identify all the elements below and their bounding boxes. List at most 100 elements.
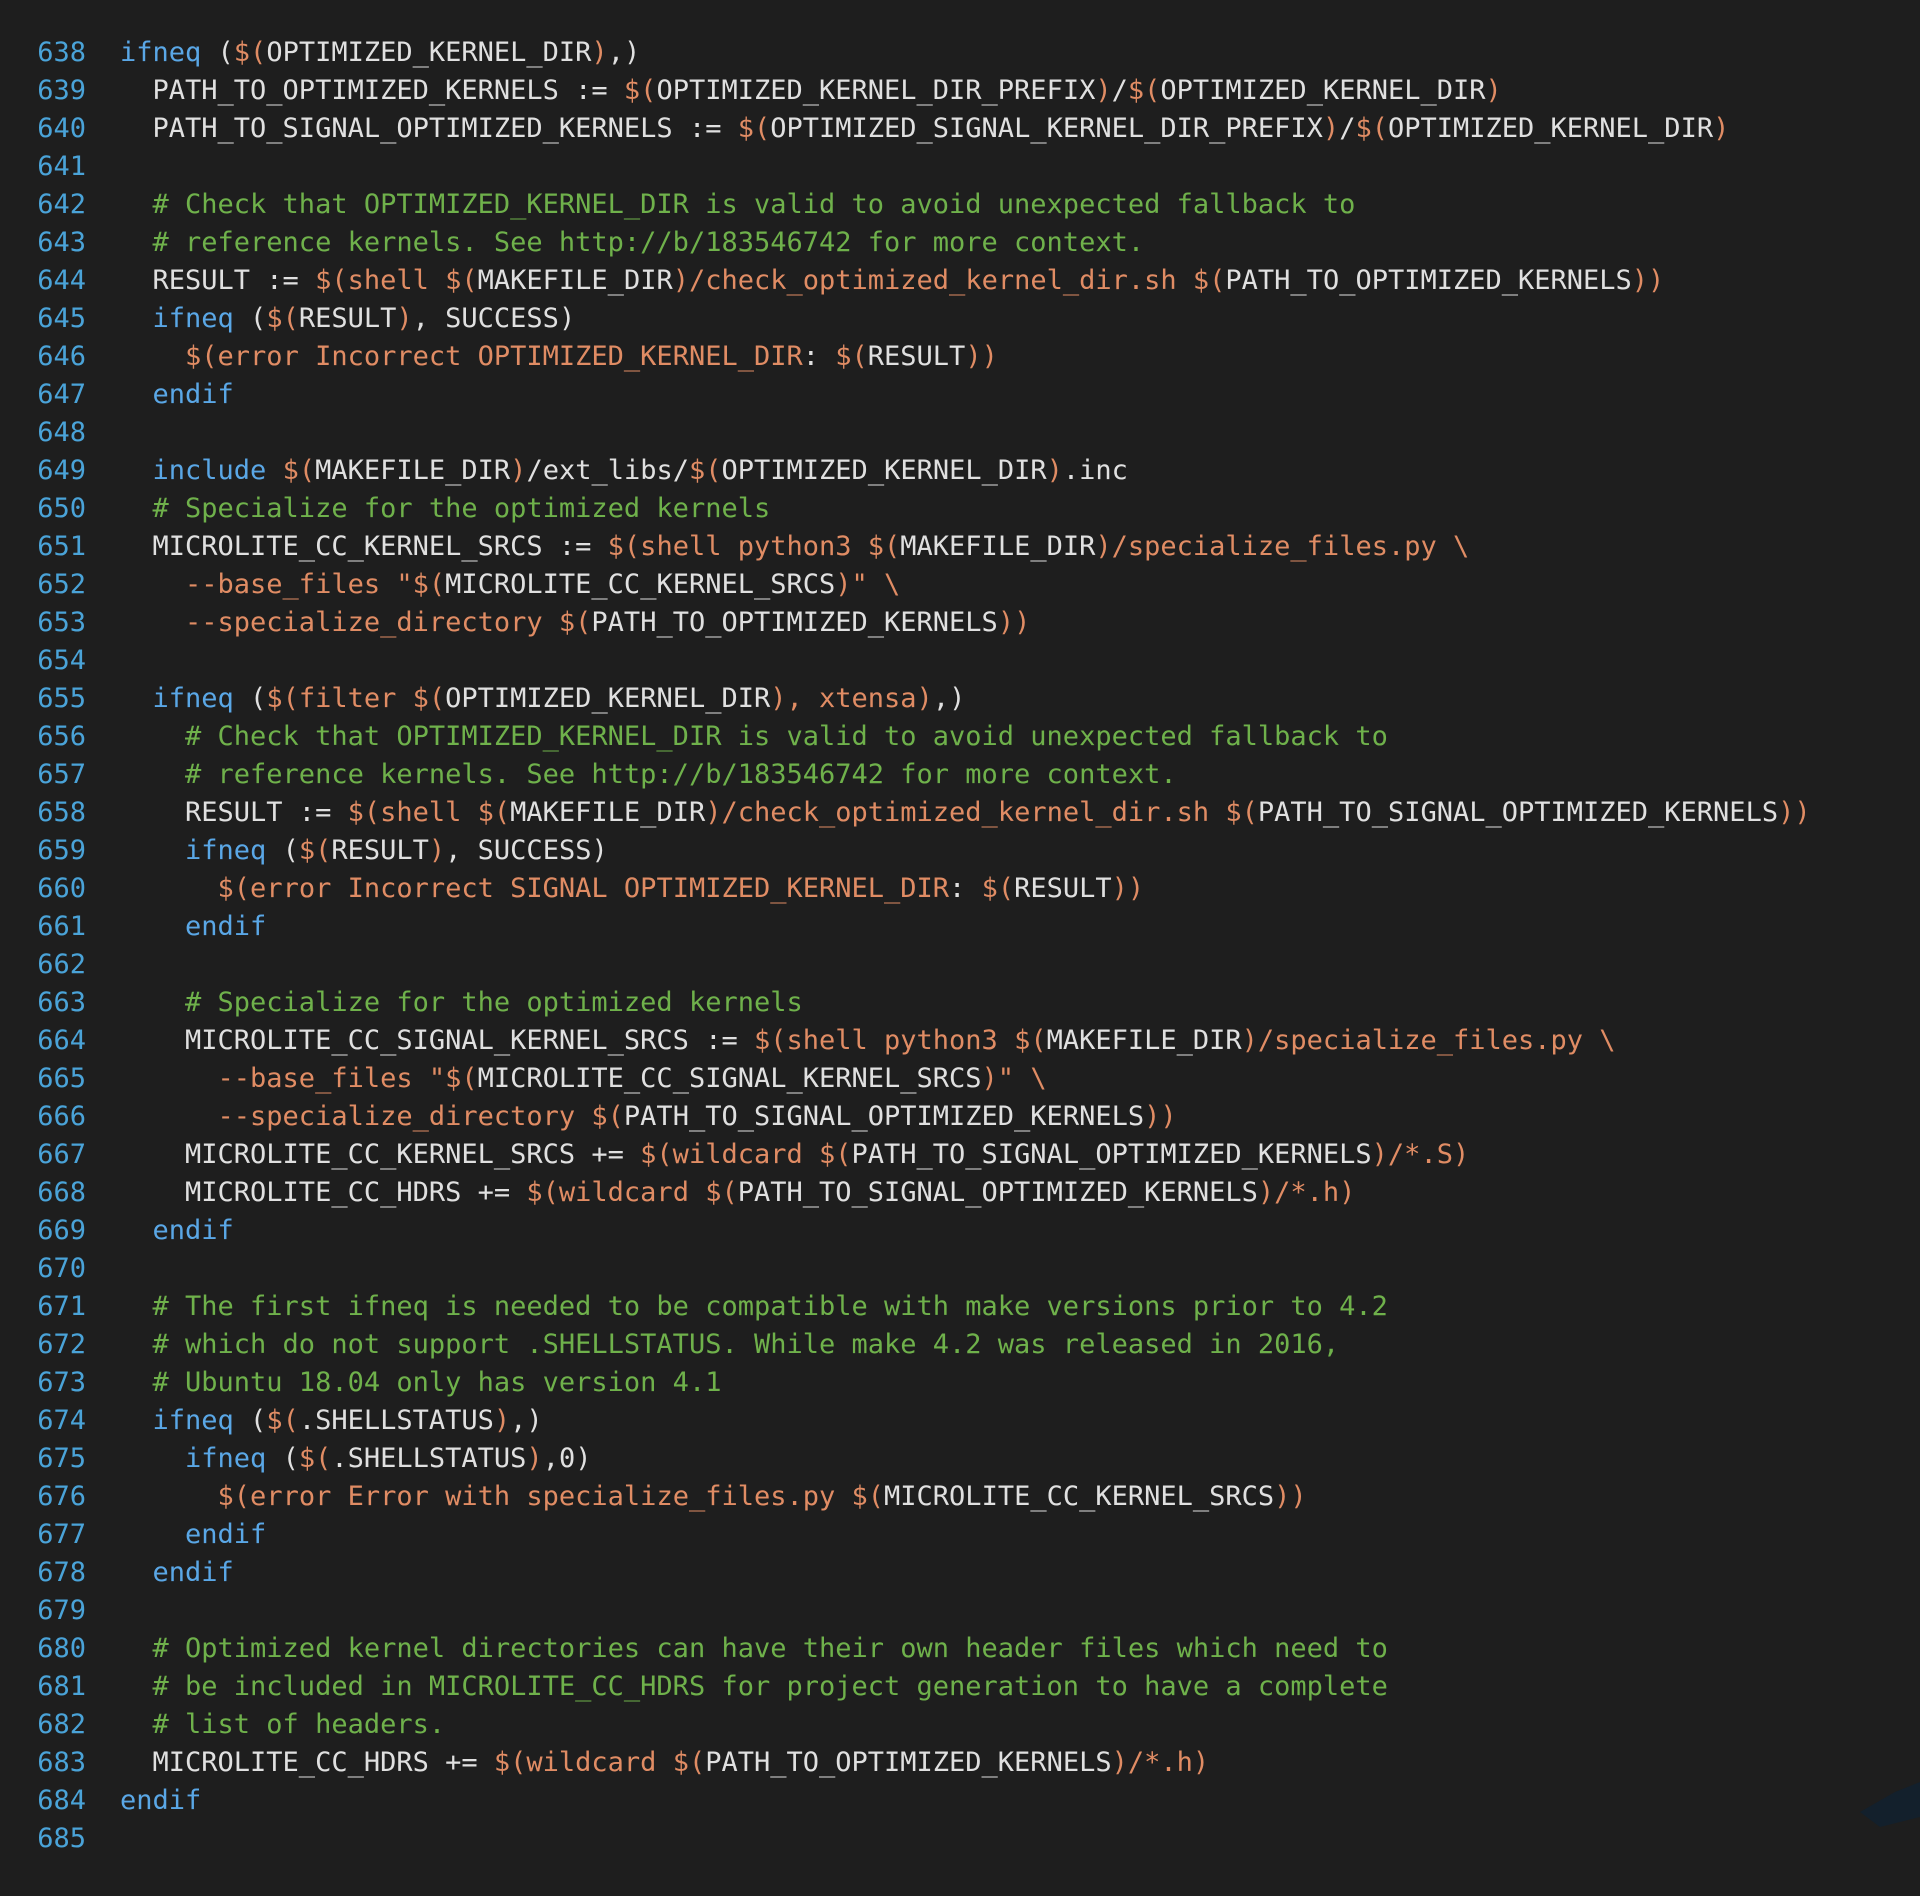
code-token: $( bbox=[298, 1443, 332, 1474]
code-line[interactable]: 648 bbox=[0, 414, 1920, 452]
line-content[interactable]: ifneq ($(filter $(OPTIMIZED_KERNEL_DIR),… bbox=[86, 680, 966, 718]
line-content[interactable]: # Check that OPTIMIZED_KERNEL_DIR is val… bbox=[86, 186, 1356, 224]
code-line[interactable]: 680 # Optimized kernel directories can h… bbox=[0, 1630, 1920, 1668]
line-content[interactable] bbox=[86, 148, 120, 186]
code-line[interactable]: 684 endif bbox=[0, 1782, 1920, 1820]
line-content[interactable] bbox=[86, 1250, 120, 1288]
code-line[interactable]: 643 # reference kernels. See http://b/18… bbox=[0, 224, 1920, 262]
code-line[interactable]: 668 MICROLITE_CC_HDRS += $(wildcard $(PA… bbox=[0, 1174, 1920, 1212]
code-line[interactable]: 662 bbox=[0, 946, 1920, 984]
line-content[interactable] bbox=[86, 1820, 120, 1858]
line-content[interactable]: endif bbox=[86, 908, 266, 946]
line-content[interactable]: endif bbox=[86, 1554, 234, 1592]
code-line[interactable]: 645 ifneq ($(RESULT), SUCCESS) bbox=[0, 300, 1920, 338]
line-content[interactable]: ifneq ($(RESULT), SUCCESS) bbox=[86, 832, 608, 870]
line-content[interactable]: # which do not support .SHELLSTATUS. Whi… bbox=[86, 1326, 1340, 1364]
line-content[interactable]: $(error Incorrect OPTIMIZED_KERNEL_DIR: … bbox=[86, 338, 998, 376]
code-line[interactable]: 674 ifneq ($(.SHELLSTATUS),) bbox=[0, 1402, 1920, 1440]
code-line[interactable]: 664 MICROLITE_CC_SIGNAL_KERNEL_SRCS := $… bbox=[0, 1022, 1920, 1060]
code-line[interactable]: 658 RESULT := $(shell $(MAKEFILE_DIR)/ch… bbox=[0, 794, 1920, 832]
code-lines[interactable]: 638 ifneq ($(OPTIMIZED_KERNEL_DIR),) 639 P… bbox=[0, 34, 1920, 1858]
line-content[interactable]: endif bbox=[86, 1212, 234, 1250]
line-content[interactable]: # list of headers. bbox=[86, 1706, 446, 1744]
line-content[interactable]: # Check that OPTIMIZED_KERNEL_DIR is val… bbox=[86, 718, 1388, 756]
code-line[interactable]: 649 include $(MAKEFILE_DIR)/ext_libs/$(O… bbox=[0, 452, 1920, 490]
code-editor[interactable]: 638 ifneq ($(OPTIMIZED_KERNEL_DIR),) 639 P… bbox=[0, 0, 1920, 1896]
line-content[interactable] bbox=[86, 642, 120, 680]
code-line[interactable]: 641 bbox=[0, 148, 1920, 186]
code-line[interactable]: 638 ifneq ($(OPTIMIZED_KERNEL_DIR),) bbox=[0, 34, 1920, 72]
code-line[interactable]: 670 bbox=[0, 1250, 1920, 1288]
code-line[interactable]: 663 # Specialize for the optimized kerne… bbox=[0, 984, 1920, 1022]
code-line[interactable]: 681 # be included in MICROLITE_CC_HDRS f… bbox=[0, 1668, 1920, 1706]
code-line[interactable]: 666 --specialize_directory $(PATH_TO_SIG… bbox=[0, 1098, 1920, 1136]
line-content[interactable] bbox=[86, 414, 120, 452]
code-line[interactable]: 639 PATH_TO_OPTIMIZED_KERNELS := $(OPTIM… bbox=[0, 72, 1920, 110]
code-line[interactable]: 669 endif bbox=[0, 1212, 1920, 1250]
code-line[interactable]: 647 endif bbox=[0, 376, 1920, 414]
line-content[interactable]: MICROLITE_CC_KERNEL_SRCS := $(shell pyth… bbox=[86, 528, 1470, 566]
code-line[interactable]: 671 # The first ifneq is needed to be co… bbox=[0, 1288, 1920, 1326]
line-content[interactable]: # Optimized kernel directories can have … bbox=[86, 1630, 1388, 1668]
code-line[interactable]: 678 endif bbox=[0, 1554, 1920, 1592]
line-content[interactable]: --base_files "$(MICROLITE_CC_KERNEL_SRCS… bbox=[86, 566, 900, 604]
code-line[interactable]: 657 # reference kernels. See http://b/18… bbox=[0, 756, 1920, 794]
code-line[interactable]: 683 MICROLITE_CC_HDRS += $(wildcard $(PA… bbox=[0, 1744, 1920, 1782]
line-content[interactable]: MICROLITE_CC_KERNEL_SRCS += $(wildcard $… bbox=[86, 1136, 1469, 1174]
line-content[interactable]: ifneq ($(RESULT), SUCCESS) bbox=[86, 300, 576, 338]
line-content[interactable]: # reference kernels. See http://b/183546… bbox=[86, 756, 1177, 794]
code-line[interactable]: 672 # which do not support .SHELLSTATUS.… bbox=[0, 1326, 1920, 1364]
code-line[interactable]: 656 # Check that OPTIMIZED_KERNEL_DIR is… bbox=[0, 718, 1920, 756]
code-line[interactable]: 675 ifneq ($(.SHELLSTATUS),0) bbox=[0, 1440, 1920, 1478]
code-line[interactable]: 659 ifneq ($(RESULT), SUCCESS) bbox=[0, 832, 1920, 870]
line-content[interactable]: RESULT := $(shell $(MAKEFILE_DIR)/check_… bbox=[86, 262, 1665, 300]
line-content[interactable]: ifneq ($(.SHELLSTATUS),0) bbox=[86, 1440, 591, 1478]
code-line[interactable]: 650 # Specialize for the optimized kerne… bbox=[0, 490, 1920, 528]
line-content[interactable]: ifneq ($(OPTIMIZED_KERNEL_DIR),) bbox=[86, 34, 640, 72]
code-line[interactable]: 652 --base_files "$(MICROLITE_CC_KERNEL_… bbox=[0, 566, 1920, 604]
line-content[interactable]: # The first ifneq is needed to be compat… bbox=[86, 1288, 1388, 1326]
line-content[interactable]: endif bbox=[86, 1516, 266, 1554]
code-line[interactable]: 661 endif bbox=[0, 908, 1920, 946]
code-line[interactable]: 660 $(error Incorrect SIGNAL OPTIMIZED_K… bbox=[0, 870, 1920, 908]
line-content[interactable]: MICROLITE_CC_HDRS += $(wildcard $(PATH_T… bbox=[86, 1174, 1355, 1212]
line-content[interactable]: PATH_TO_SIGNAL_OPTIMIZED_KERNELS := $(OP… bbox=[86, 110, 1730, 148]
code-line[interactable]: 654 bbox=[0, 642, 1920, 680]
line-content[interactable]: $(error Error with specialize_files.py $… bbox=[86, 1478, 1307, 1516]
line-content[interactable]: ifneq ($(.SHELLSTATUS),) bbox=[86, 1402, 543, 1440]
code-line[interactable]: 642 # Check that OPTIMIZED_KERNEL_DIR is… bbox=[0, 186, 1920, 224]
line-content[interactable]: # Ubuntu 18.04 only has version 4.1 bbox=[86, 1364, 722, 1402]
line-content[interactable]: # reference kernels. See http://b/183546… bbox=[86, 224, 1145, 262]
line-content[interactable]: --specialize_directory $(PATH_TO_OPTIMIZ… bbox=[86, 604, 1030, 642]
line-content[interactable]: # Specialize for the optimized kernels bbox=[86, 490, 771, 528]
code-line[interactable]: 651 MICROLITE_CC_KERNEL_SRCS := $(shell … bbox=[0, 528, 1920, 566]
line-content[interactable]: MICROLITE_CC_HDRS += $(wildcard $(PATH_T… bbox=[86, 1744, 1210, 1782]
code-line[interactable]: 673 # Ubuntu 18.04 only has version 4.1 bbox=[0, 1364, 1920, 1402]
line-content[interactable]: PATH_TO_OPTIMIZED_KERNELS := $(OPTIMIZED… bbox=[86, 72, 1502, 110]
line-content[interactable]: endif bbox=[86, 1782, 201, 1820]
line-content[interactable] bbox=[86, 946, 120, 984]
line-content[interactable]: # be included in MICROLITE_CC_HDRS for p… bbox=[86, 1668, 1388, 1706]
line-content[interactable]: MICROLITE_CC_SIGNAL_KERNEL_SRCS := $(she… bbox=[86, 1022, 1616, 1060]
code-line[interactable]: 644 RESULT := $(shell $(MAKEFILE_DIR)/ch… bbox=[0, 262, 1920, 300]
line-content[interactable]: --specialize_directory $(PATH_TO_SIGNAL_… bbox=[86, 1098, 1177, 1136]
code-token: $( bbox=[591, 1101, 624, 1132]
line-content[interactable] bbox=[86, 1592, 120, 1630]
code-line[interactable]: 653 --specialize_directory $(PATH_TO_OPT… bbox=[0, 604, 1920, 642]
code-line[interactable]: 682 # list of headers. bbox=[0, 1706, 1920, 1744]
code-line[interactable]: 665 --base_files "$(MICROLITE_CC_SIGNAL_… bbox=[0, 1060, 1920, 1098]
code-line[interactable]: 679 bbox=[0, 1592, 1920, 1630]
line-content[interactable]: endif bbox=[86, 376, 234, 414]
line-content[interactable]: $(error Incorrect SIGNAL OPTIMIZED_KERNE… bbox=[86, 870, 1145, 908]
line-content[interactable]: --base_files "$(MICROLITE_CC_SIGNAL_KERN… bbox=[86, 1060, 1047, 1098]
line-content[interactable]: RESULT := $(shell $(MAKEFILE_DIR)/check_… bbox=[86, 794, 1811, 832]
code-line[interactable]: 667 MICROLITE_CC_KERNEL_SRCS += $(wildca… bbox=[0, 1136, 1920, 1174]
code-line[interactable]: 646 $(error Incorrect OPTIMIZED_KERNEL_D… bbox=[0, 338, 1920, 376]
code-line[interactable]: 677 endif bbox=[0, 1516, 1920, 1554]
code-line[interactable]: 685 bbox=[0, 1820, 1920, 1858]
code-line[interactable]: 640 PATH_TO_SIGNAL_OPTIMIZED_KERNELS := … bbox=[0, 110, 1920, 148]
code-line[interactable]: 676 $(error Error with specialize_files.… bbox=[0, 1478, 1920, 1516]
line-content[interactable]: # Specialize for the optimized kernels bbox=[86, 984, 803, 1022]
code-line[interactable]: 655 ifneq ($(filter $(OPTIMIZED_KERNEL_D… bbox=[0, 680, 1920, 718]
line-content[interactable]: include $(MAKEFILE_DIR)/ext_libs/$(OPTIM… bbox=[86, 452, 1128, 490]
